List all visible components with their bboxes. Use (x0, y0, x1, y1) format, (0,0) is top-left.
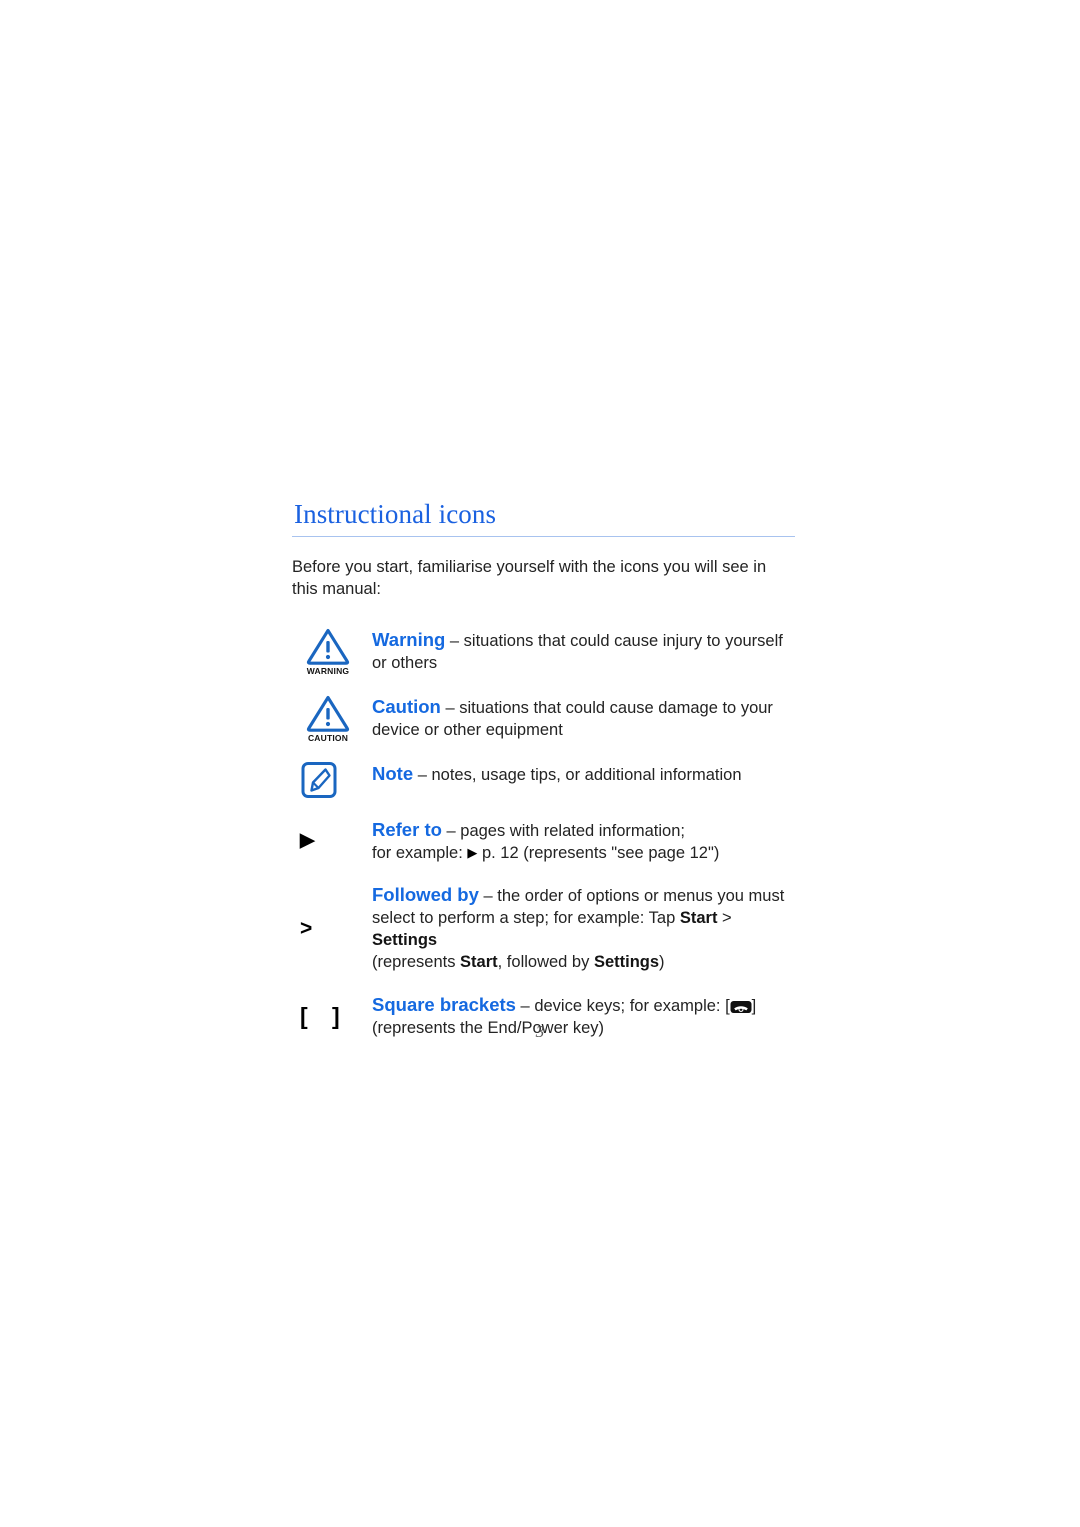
term-dash: – (445, 631, 464, 650)
line3-bold-settings: Settings (593, 953, 660, 972)
icon-cell: CAUTION (292, 694, 372, 743)
term-dash: – (441, 821, 461, 840)
page-title: Instructional icons (294, 499, 497, 529)
warning-triangle-glyph (306, 628, 350, 665)
bold-settings: Settings (372, 931, 438, 950)
entry-text: Note – notes, usage tips, or additional … (372, 761, 796, 787)
caution-icon-label: CAUTION (307, 732, 349, 743)
document-page: Instructional icons Before you start, fa… (0, 0, 1080, 1527)
caution-triangle-glyph (306, 695, 350, 732)
icon-legend-list: WARNING Warning – situations that could … (292, 627, 796, 1041)
term-label: Square brackets (372, 994, 516, 1016)
inline-refer-triangle-icon: ▶ (467, 844, 478, 860)
icon-cell: WARNING (292, 627, 372, 676)
note-pen-icon (301, 761, 337, 798)
list-item: Note – notes, usage tips, or additional … (292, 761, 796, 799)
end-power-key-icon (730, 1001, 752, 1014)
term-description: notes, usage tips, or additional informa… (431, 765, 742, 784)
term-label: Note (372, 762, 414, 784)
term-dash: – (413, 765, 432, 784)
list-item: CAUTION Caution – situations that could … (292, 694, 796, 743)
term-dash: – (440, 698, 460, 717)
line3-bold-start: Start (460, 953, 498, 972)
list-item: WARNING Warning – situations that could … (292, 627, 796, 676)
example-suffix: p. 12 (represents "see page 12") (477, 843, 720, 862)
intro-paragraph: Before you start, familiarise yourself w… (292, 557, 767, 598)
line3-prefix: (represents (372, 953, 461, 972)
line3-middle: , followed by (497, 953, 594, 972)
term-label: Caution (372, 695, 441, 717)
term-description: pages with related information; (460, 821, 685, 840)
icon-cell (292, 761, 372, 799)
page-content: Instructional icons Before you start, fa… (292, 499, 796, 1058)
title-divider (292, 535, 795, 537)
page-number: 3 (535, 1022, 545, 1041)
term-description-tail: ] (751, 997, 757, 1016)
entry-text: Followed by – the order of options or me… (372, 882, 796, 974)
list-item: ▶ Refer to – pages with related informat… (292, 817, 796, 865)
icon-cell: ▶ (292, 831, 372, 850)
entry-text: Warning – situations that could cause in… (372, 627, 796, 675)
refer-to-triangle-icon: ▶ (300, 830, 315, 851)
term-description: device keys; for example: [ (534, 997, 730, 1016)
example-prefix: for example: (372, 843, 468, 862)
caution-triangle-icon: CAUTION (300, 694, 356, 743)
term-label: Warning (372, 628, 446, 650)
term-dash: – (515, 997, 535, 1016)
warning-icon-label: WARNING (306, 665, 350, 676)
icon-cell: > (292, 918, 372, 939)
menu-separator: > (717, 909, 732, 928)
warning-triangle-icon: WARNING (300, 627, 356, 676)
line3-suffix: ) (659, 953, 665, 972)
entry-text: Caution – situations that could cause da… (372, 694, 796, 742)
term-label: Followed by (372, 884, 479, 906)
followed-by-greater-than-icon: > (300, 916, 313, 940)
list-item: > Followed by – the order of options or … (292, 882, 796, 974)
entry-text: Refer to – pages with related informatio… (372, 817, 796, 865)
term-dash: – (478, 887, 498, 906)
bold-start: Start (679, 909, 718, 928)
term-label: Refer to (372, 818, 442, 840)
